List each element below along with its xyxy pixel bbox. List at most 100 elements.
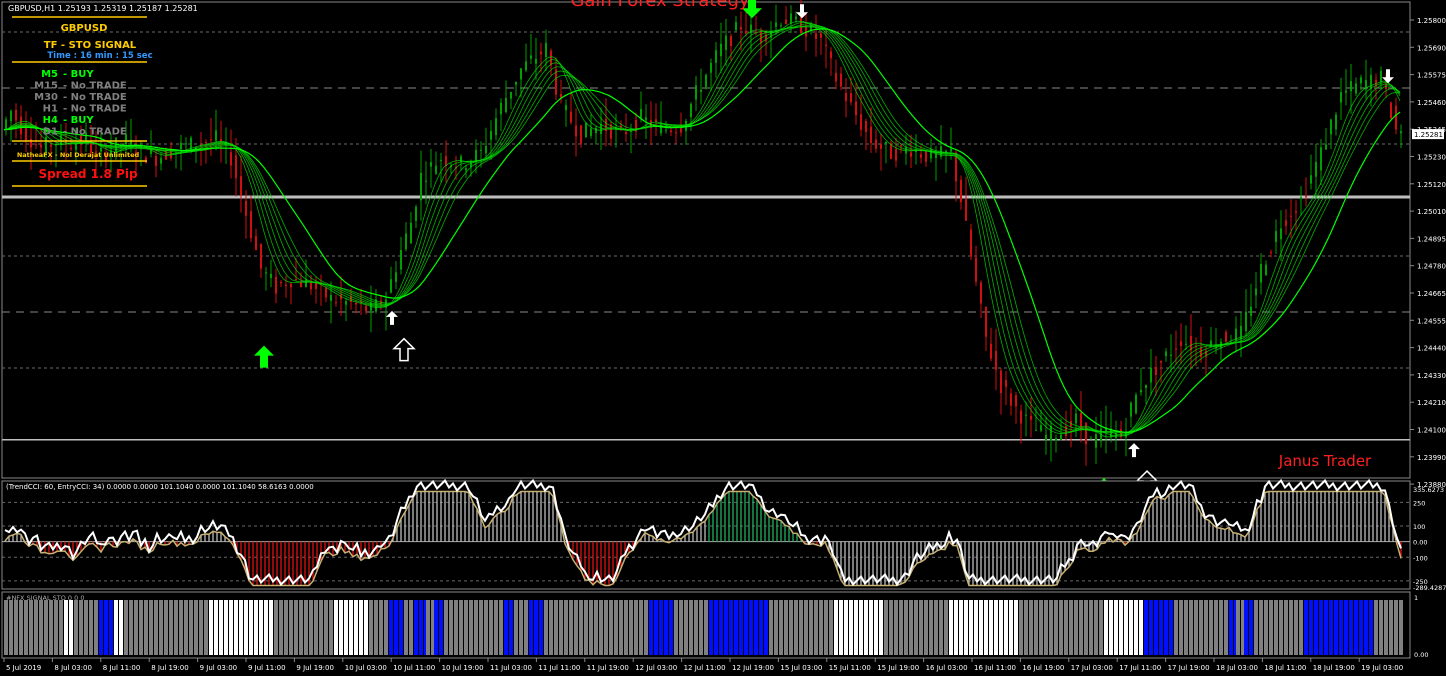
sto-bar [1349, 600, 1353, 655]
dashboard-signal: - BUY [63, 115, 94, 126]
sto-bar [1219, 600, 1223, 655]
sto-bar [94, 600, 98, 655]
candle-body [1145, 384, 1147, 388]
sto-bar [504, 600, 508, 655]
candle-body [705, 74, 707, 87]
sto-bar [734, 600, 738, 655]
candle-body [1075, 413, 1077, 424]
sto-bar [679, 600, 683, 655]
dashboard-tf: H4 [43, 115, 58, 126]
candle-body [280, 282, 282, 284]
sto-bar [854, 600, 858, 655]
candle-body [265, 272, 267, 274]
sto-bar [604, 600, 608, 655]
candle-body [540, 51, 542, 55]
sto-bar [914, 600, 918, 655]
candle-body [1025, 414, 1027, 416]
candle-body [900, 145, 902, 147]
price-label: 1.24210 [1417, 399, 1446, 407]
candle-body [160, 157, 162, 164]
candle-body [520, 68, 522, 80]
sto-bar [64, 600, 68, 655]
sto-bar [19, 600, 23, 655]
candle-body [1180, 341, 1182, 346]
candle-body [395, 272, 397, 282]
sto-bar [1279, 600, 1283, 655]
sto-bar [1314, 600, 1318, 655]
candle-body [740, 27, 742, 30]
sto-bar [369, 600, 373, 655]
candle-body [290, 283, 292, 288]
candle-body [775, 22, 777, 27]
dashboard-spread: Spread 1.8 Pip [38, 167, 137, 181]
sto-bar [339, 600, 343, 655]
sto-bar [1004, 600, 1008, 655]
sto-bar [789, 600, 793, 655]
candle-body [485, 145, 487, 154]
candle-body [1150, 367, 1152, 383]
time-label: 17 Jul 11:00 [1119, 664, 1161, 672]
candle-body [1370, 74, 1372, 89]
candle-body [490, 130, 492, 140]
sto-bar [1399, 600, 1403, 655]
candle-body [1035, 429, 1037, 431]
time-label: 10 Jul 03:00 [345, 664, 387, 672]
current-price: 1.25281 [1414, 131, 1443, 139]
sto-bar [954, 600, 958, 655]
candle-body [310, 283, 312, 290]
candle-body [505, 98, 507, 113]
candle-body [710, 62, 712, 73]
sto-bar [1354, 600, 1358, 655]
candle-body [285, 284, 287, 287]
sto-bar [1139, 600, 1143, 655]
sto-bar [159, 600, 163, 655]
sto-bar [764, 600, 768, 655]
cci-axis-label: -289.4287 [1413, 584, 1446, 592]
candle-body [230, 152, 232, 166]
candle-body [1340, 92, 1342, 103]
sto-bar [539, 600, 543, 655]
candle-body [535, 58, 537, 64]
sto-bar [1334, 600, 1338, 655]
sto-label: #NFX SIGNAL STO 0 0 0 [6, 594, 84, 602]
sto-bar [829, 600, 833, 655]
sto-bar [599, 600, 603, 655]
candle-body [435, 165, 437, 174]
time-label: 9 Jul 11:00 [248, 664, 286, 672]
sto-bar [309, 600, 313, 655]
sto-bar [529, 600, 533, 655]
sto-bar [1329, 600, 1333, 655]
candle-body [640, 109, 642, 118]
sto-bar [239, 600, 243, 655]
sto-bar [209, 600, 213, 655]
candle-body [1175, 348, 1177, 350]
sto-bar [204, 600, 208, 655]
candle-body [560, 94, 562, 98]
sto-bar [1104, 600, 1108, 655]
sto-bar [1094, 600, 1098, 655]
trading-chart[interactable]: 1.258001.256901.255751.254601.253451.252… [0, 0, 1446, 676]
sto-bar [1309, 600, 1313, 655]
sto-bar [249, 600, 253, 655]
sto-bar [1109, 600, 1113, 655]
sto-bar [974, 600, 978, 655]
time-label: 10 Jul 19:00 [442, 664, 484, 672]
sto-bar [169, 600, 173, 655]
sto-bar [804, 600, 808, 655]
sto-bar [1274, 600, 1278, 655]
sto-bar [104, 600, 108, 655]
candle-body [1255, 288, 1257, 296]
symbol-info: GBPUSD,H1 1.25193 1.25319 1.25187 1.2528… [8, 4, 198, 13]
candle-body [1360, 77, 1362, 84]
candle-body [1185, 343, 1187, 345]
sto-bar [1359, 600, 1363, 655]
sto-bar [34, 600, 38, 655]
candle-body [815, 33, 817, 40]
sto-bar [649, 600, 653, 655]
candle-body [1260, 264, 1262, 283]
candle-body [970, 229, 972, 257]
sto-bar [234, 600, 238, 655]
sto-bar [464, 600, 468, 655]
candle-body [325, 288, 327, 298]
time-label: 12 Jul 03:00 [635, 664, 677, 672]
